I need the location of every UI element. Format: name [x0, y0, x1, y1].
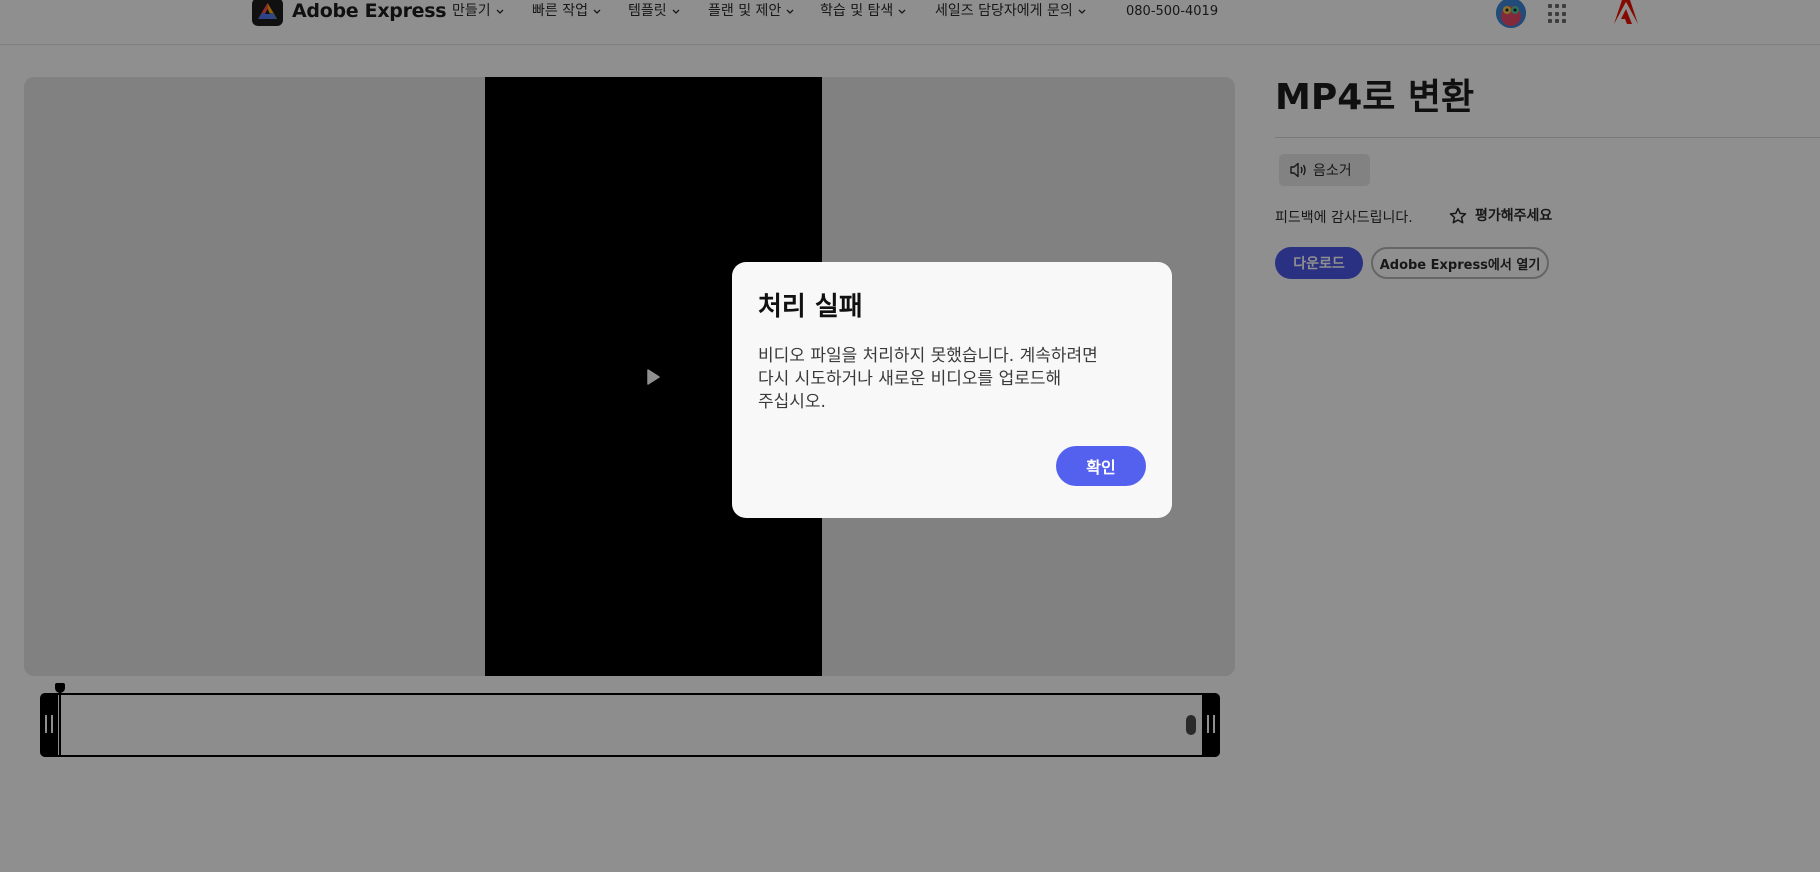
confirm-button[interactable]: 확인 — [1056, 446, 1146, 486]
dialog-message: 비디오 파일을 처리하지 못했습니다. 계속하려면 다시 시도하거나 새로운 비… — [758, 345, 1154, 414]
error-dialog: 처리 실패 비디오 파일을 처리하지 못했습니다. 계속하려면 다시 시도하거나… — [732, 262, 1172, 518]
dialog-title: 처리 실패 — [758, 292, 863, 322]
dialog-message-line: 주십시오. — [758, 392, 826, 412]
dialog-message-line: 비디오 파일을 처리하지 못했습니다. 계속하려면 — [758, 346, 1098, 366]
dialog-message-line: 다시 시도하거나 새로운 비디오를 업로드해 — [758, 369, 1062, 389]
